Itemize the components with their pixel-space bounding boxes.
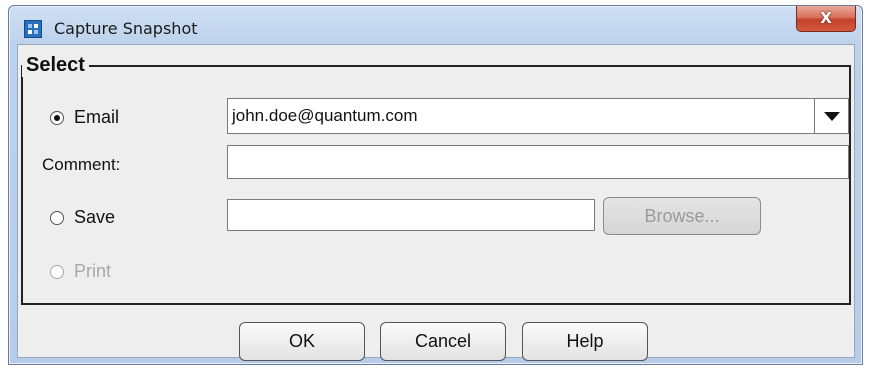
email-value: john.doe@quantum.com xyxy=(232,106,418,125)
email-radio[interactable]: Email xyxy=(50,107,119,128)
app-window-icon xyxy=(24,20,42,38)
email-dropdown-button[interactable] xyxy=(814,99,848,133)
email-radio-circle[interactable] xyxy=(50,110,64,125)
print-radio-circle[interactable] xyxy=(50,264,64,279)
comment-field[interactable] xyxy=(227,145,849,179)
browse-button[interactable]: Browse... xyxy=(603,197,761,235)
save-radio-circle[interactable] xyxy=(50,210,64,225)
ok-button[interactable]: OK xyxy=(239,322,365,361)
title-bar[interactable]: Capture Snapshot X xyxy=(9,6,862,44)
print-radio-label: Print xyxy=(74,261,112,281)
window-title: Capture Snapshot xyxy=(54,19,198,38)
print-radio[interactable]: Print xyxy=(50,261,111,282)
dialog-body: Select Email john.doe@quantum.com Commen… xyxy=(17,44,855,361)
close-button[interactable]: X xyxy=(796,6,856,32)
save-radio-label: Save xyxy=(74,207,116,227)
cancel-button[interactable]: Cancel xyxy=(380,322,506,361)
help-button[interactable]: Help xyxy=(522,322,648,361)
save-path-field[interactable] xyxy=(227,199,595,231)
chevron-down-icon xyxy=(823,111,840,121)
comment-label: Comment: xyxy=(42,155,121,174)
email-radio-label: Email xyxy=(74,107,120,127)
save-radio[interactable]: Save xyxy=(50,207,115,228)
capture-snapshot-dialog: Capture Snapshot X Select Email john.doe… xyxy=(8,5,863,365)
select-group-legend: Select xyxy=(22,54,89,77)
email-combobox[interactable]: john.doe@quantum.com xyxy=(227,98,849,134)
